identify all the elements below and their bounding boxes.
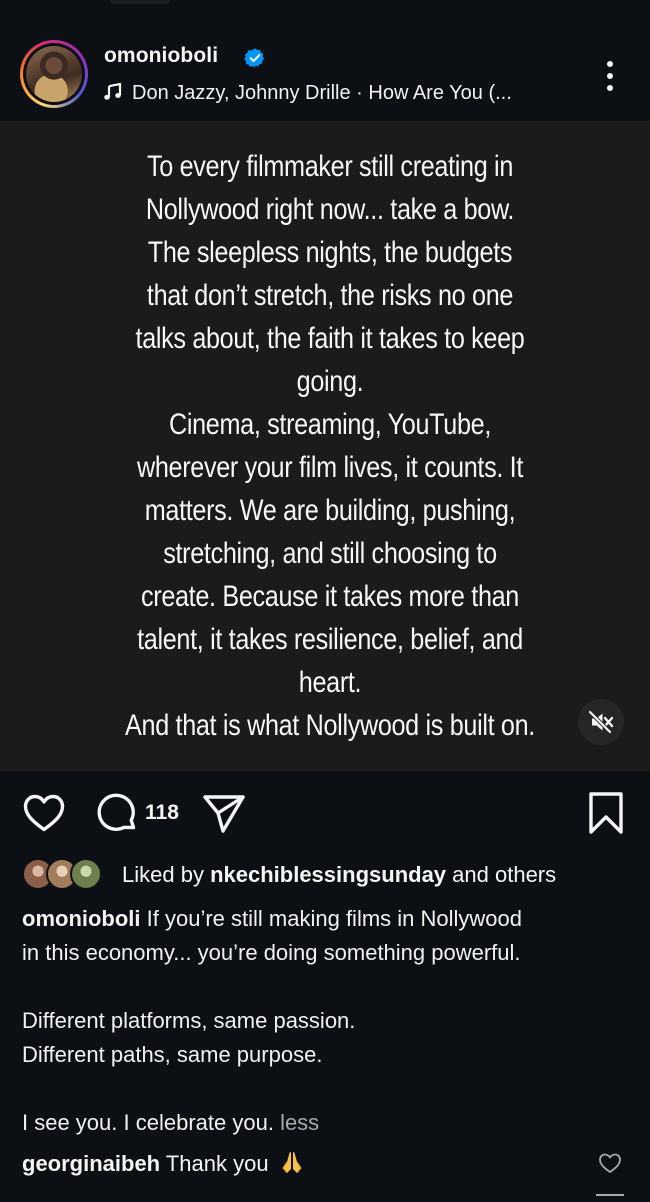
cropped-text bbox=[110, 0, 170, 4]
quote-line: stretching, and still choosing to bbox=[163, 537, 497, 570]
caption-text: I see you. I celebrate you. bbox=[22, 1110, 274, 1135]
mute-button[interactable] bbox=[578, 699, 624, 745]
music-attribution[interactable]: Don Jazzy, Johnny Drille · How Are You (… bbox=[104, 82, 512, 105]
likes-prefix: Liked by bbox=[122, 862, 204, 887]
post-caption: omonioboli If you’re still making films … bbox=[22, 902, 637, 1140]
comment-heart-icon[interactable] bbox=[598, 1152, 622, 1174]
send-paper-plane-icon[interactable] bbox=[201, 793, 247, 835]
quote-line: talks about, the faith it takes to keep bbox=[135, 322, 525, 355]
post-actions: 118 bbox=[0, 771, 650, 851]
caption-line: I see you. I celebrate you. less bbox=[22, 1106, 637, 1140]
reply-divider bbox=[596, 1194, 624, 1196]
quote-line: that don’t stretch, the risks no one bbox=[146, 279, 514, 312]
quote-line: talent, it takes resilience, belief, and bbox=[137, 623, 523, 656]
liker-avatar bbox=[70, 858, 102, 890]
caption-username[interactable]: omonioboli bbox=[22, 906, 141, 931]
quote-line: To every filmmaker still creating in bbox=[146, 150, 514, 183]
caption-line: omonioboli If you’re still making films … bbox=[22, 902, 637, 936]
praying-hands-emoji-icon bbox=[282, 1152, 302, 1174]
quote-line: create. Because it takes more than bbox=[141, 580, 519, 613]
quote-text: To every filmmaker still creating in Nol… bbox=[103, 145, 557, 747]
likes-text: Liked by nkechiblessingsunday and others bbox=[122, 862, 556, 888]
caption-line: Different paths, same purpose. bbox=[22, 1042, 323, 1067]
quote-line: And that is what Nollywood is built on. bbox=[125, 709, 535, 742]
likes-summary[interactable]: Liked by nkechiblessingsunday and others bbox=[22, 858, 642, 894]
caption-line: in this economy... you’re doing somethin… bbox=[22, 940, 521, 965]
status-strip bbox=[0, 0, 650, 30]
quote-line: matters. We are building, pushing, bbox=[144, 494, 516, 527]
more-options-icon[interactable] bbox=[600, 58, 620, 94]
verified-badge-icon bbox=[244, 48, 265, 68]
avatar bbox=[26, 46, 82, 102]
story-ring-avatar[interactable] bbox=[20, 40, 88, 108]
quote-line: The sleepless nights, the budgets bbox=[147, 236, 513, 269]
quote-line: Nollywood right now... take a bow. bbox=[145, 193, 515, 226]
likes-suffix[interactable]: and others bbox=[452, 862, 556, 887]
caption-text: If you’re still making films in Nollywoo… bbox=[146, 906, 522, 931]
post-header: omonioboli Don Jazzy, Johnny Drille · Ho… bbox=[0, 34, 650, 118]
liker-username[interactable]: nkechiblessingsunday bbox=[210, 862, 446, 887]
comment-text: Thank you bbox=[165, 1151, 269, 1176]
quote-line: Cinema, streaming, YouTube, bbox=[168, 408, 491, 441]
music-label: Don Jazzy, Johnny Drille · How Are You (… bbox=[132, 82, 512, 104]
comment-username[interactable]: georginaibeh bbox=[22, 1151, 160, 1176]
less-link[interactable]: less bbox=[280, 1110, 319, 1135]
heart-icon[interactable] bbox=[22, 793, 66, 833]
caption-line: Different platforms, same passion. bbox=[22, 1008, 356, 1033]
quote-line: heart. bbox=[298, 666, 362, 699]
quote-line: going. bbox=[296, 365, 364, 398]
comment-item: georginaibeh Thank you bbox=[22, 1150, 642, 1177]
quote-line: wherever your film lives, it counts. It bbox=[136, 451, 524, 484]
music-note-icon bbox=[104, 83, 122, 100]
post-username[interactable]: omonioboli bbox=[104, 44, 218, 68]
post-media[interactable]: To every filmmaker still creating in Nol… bbox=[0, 121, 650, 771]
comment-count[interactable]: 118 bbox=[145, 801, 179, 825]
bookmark-icon[interactable] bbox=[588, 791, 624, 835]
comment-bubble-icon[interactable] bbox=[95, 791, 139, 835]
muted-speaker-icon bbox=[588, 710, 614, 734]
